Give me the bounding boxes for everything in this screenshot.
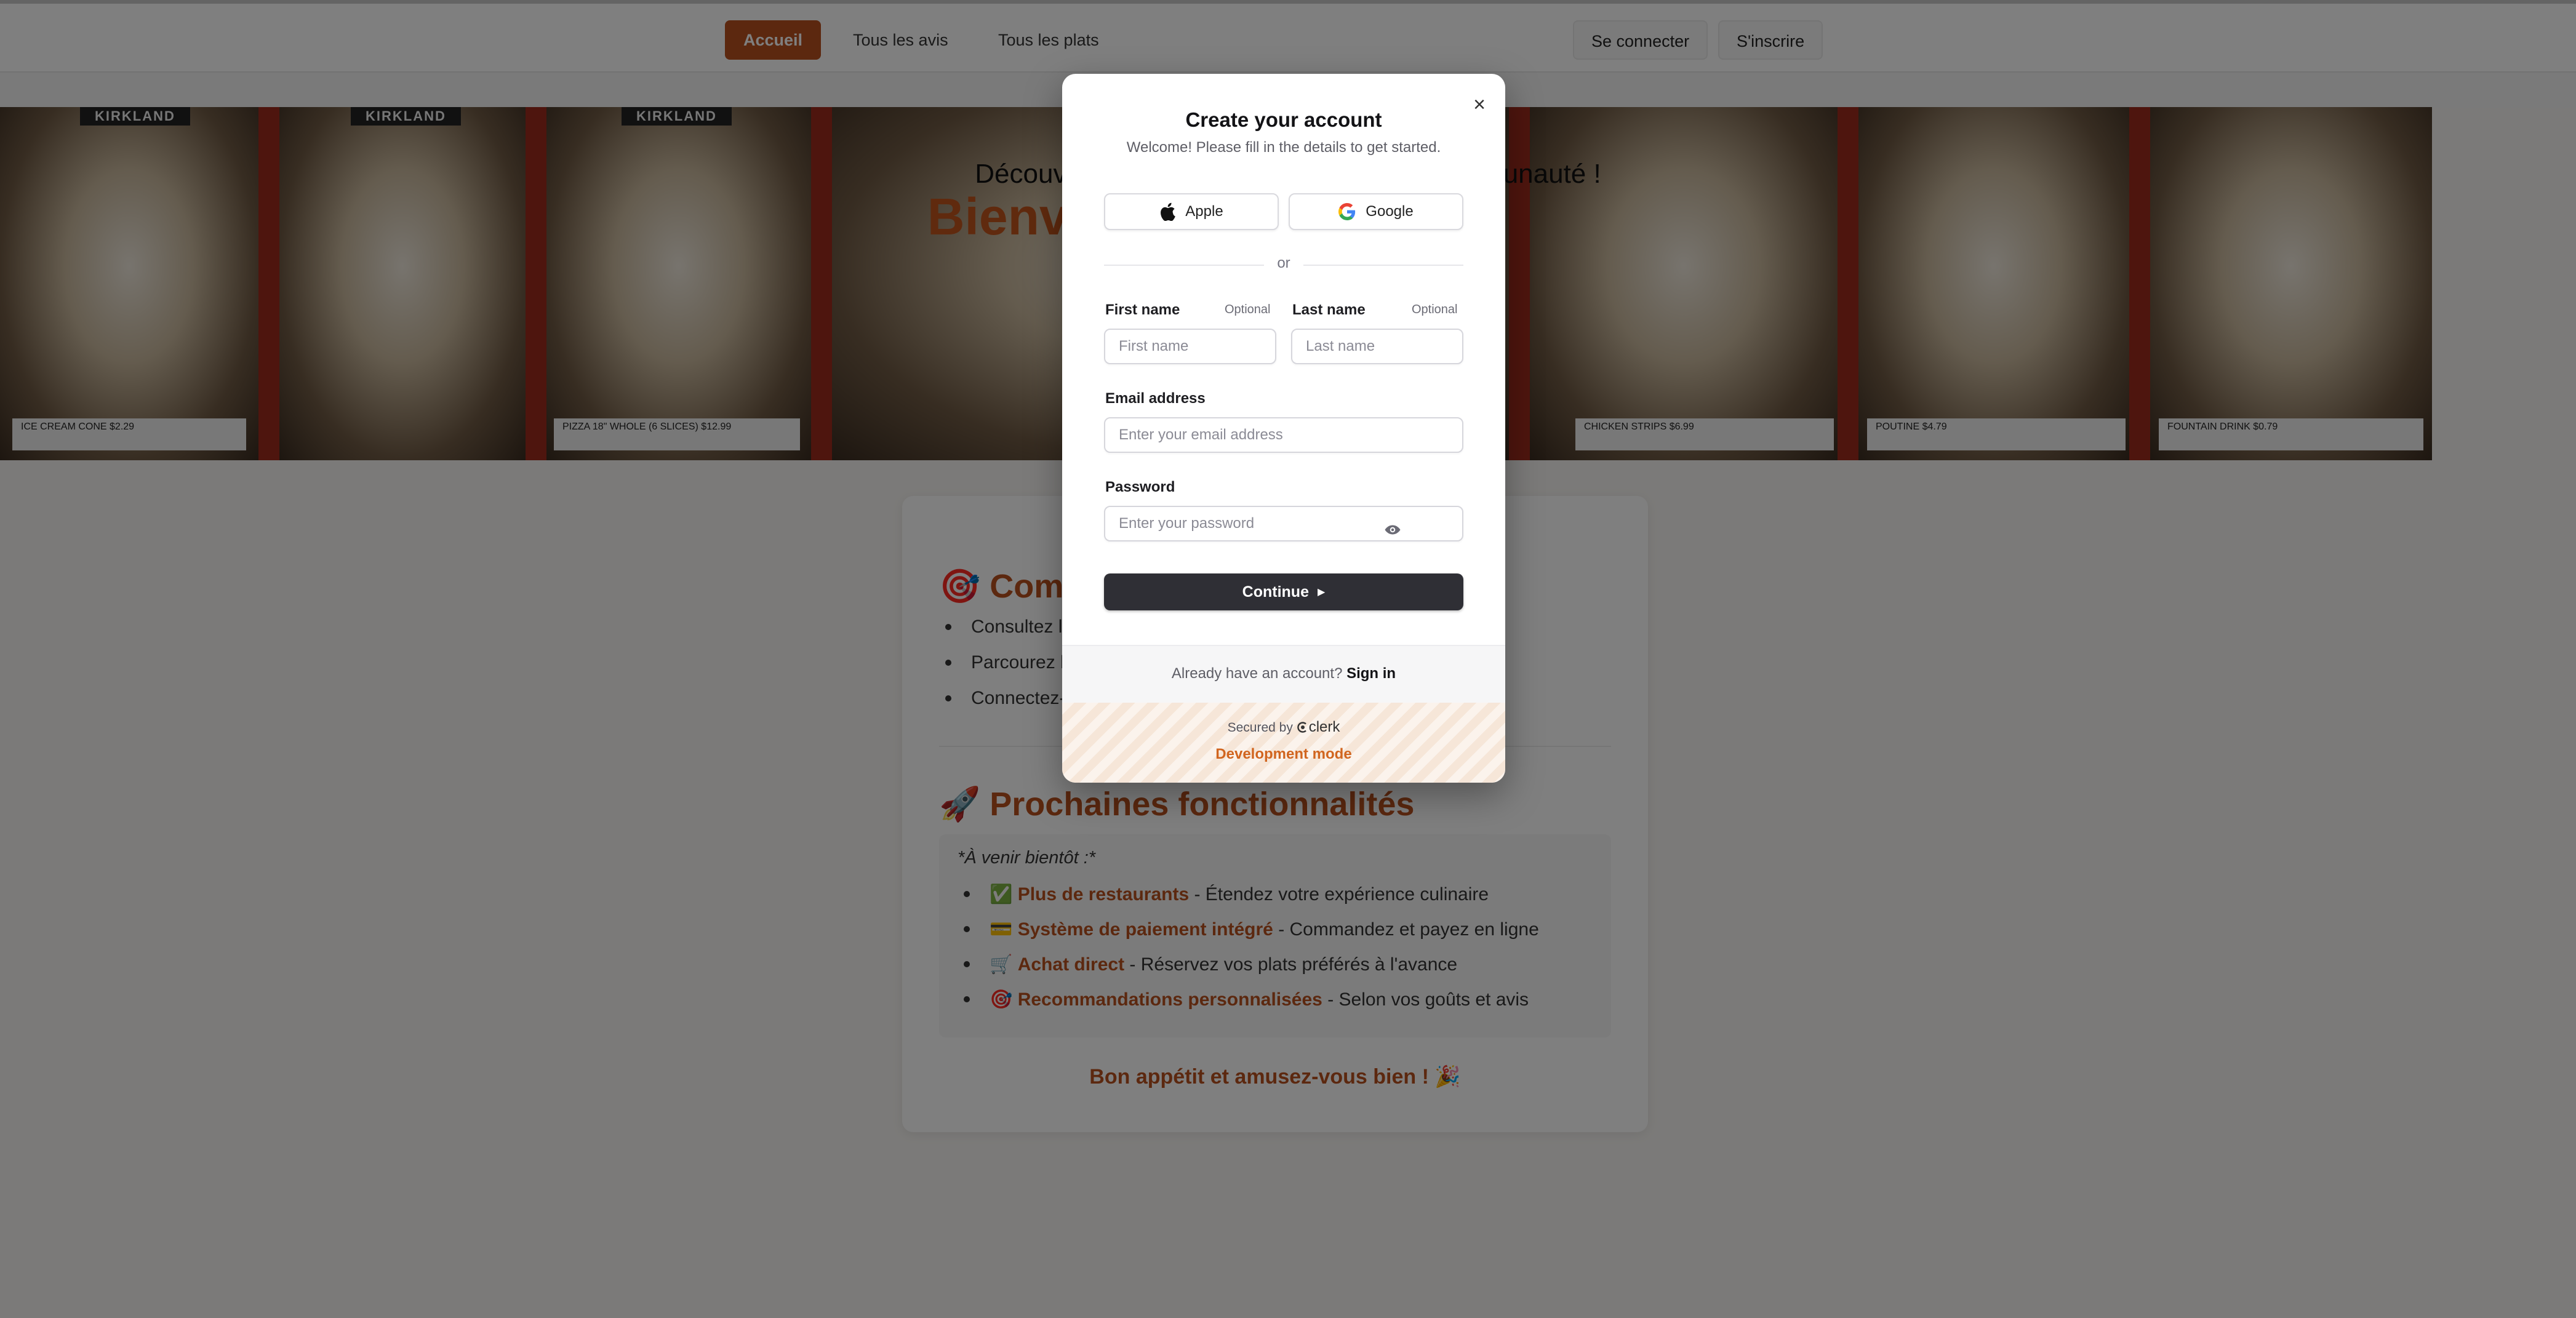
or-separator: or [1277,255,1290,271]
apple-button-label: Apple [1185,203,1223,220]
password-label: Password [1105,479,1175,495]
secured-footer: Secured by clerk Development mode [1062,703,1505,783]
google-icon [1338,203,1356,220]
email-label: Email address [1105,390,1206,407]
eye-icon[interactable] [1383,521,1402,539]
password-field[interactable] [1104,506,1463,541]
last-name-field[interactable] [1291,329,1463,364]
clerk-logo-icon [1297,722,1306,733]
sign-in-footer: Already have an account? Sign in [1062,645,1505,704]
first-name-field[interactable] [1104,329,1276,364]
first-name-label: First name [1105,302,1180,318]
development-mode-badge: Development mode [1215,746,1352,762]
optional-hint: Optional [1225,303,1271,316]
apple-sign-in-button[interactable]: Apple [1104,193,1279,230]
sign-in-link[interactable]: Sign in [1346,665,1396,682]
modal-subtitle: Welcome! Please fill in the details to g… [1126,139,1441,156]
google-button-label: Google [1366,203,1414,220]
secured-by-text: Secured by clerk [1227,719,1340,735]
divider [1303,265,1463,266]
caret-right-icon: ▶ [1318,587,1326,597]
google-sign-in-button[interactable]: Google [1289,193,1463,230]
create-account-modal: × Create your account Welcome! Please fi… [1062,74,1505,783]
last-name-label: Last name [1292,302,1366,318]
continue-label: Continue [1242,583,1309,601]
apple-icon [1161,202,1176,221]
optional-hint: Optional [1412,303,1458,316]
continue-button[interactable]: Continue ▶ [1104,573,1463,610]
have-account-text: Already have an account? [1171,665,1347,682]
email-field[interactable] [1104,417,1463,453]
modal-title: Create your account [1185,108,1382,131]
